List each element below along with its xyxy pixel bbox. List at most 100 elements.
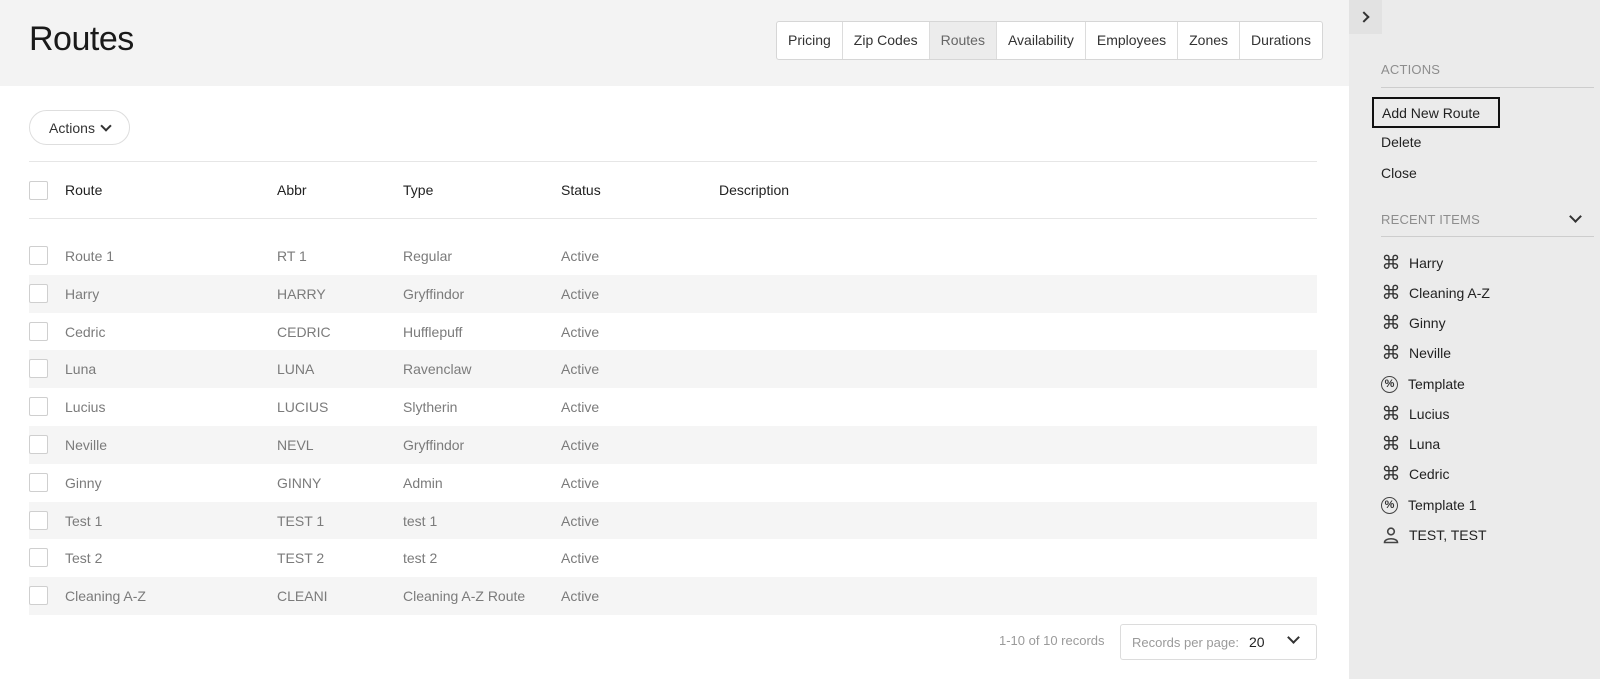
row-checkbox[interactable] [29,397,48,417]
table-row[interactable]: Neville NEVL Gryffindor Active [29,425,1317,464]
cell-abbr: RT 1 [277,248,307,264]
tab-zip-codes[interactable]: Zip Codes [843,22,930,59]
recent-item[interactable]: ⌘ Harry [1381,252,1444,274]
cell-route: Cedric [65,323,106,340]
recent-item[interactable]: % Template [1381,373,1465,395]
recent-item[interactable]: ⌘ Ginny [1381,312,1446,334]
tab-durations[interactable]: Durations [1240,22,1322,59]
recent-item[interactable]: ⌘ Cedric [1381,463,1450,485]
table-row[interactable]: Route 1 RT 1 Regular Active [29,237,1317,275]
recent-item-label: Neville [1409,345,1452,361]
divider [1381,236,1594,237]
records-per-page-select[interactable]: Records per page: 20 [1120,624,1317,660]
cell-abbr: TEST 1 [277,512,325,529]
row-checkbox[interactable] [29,472,48,492]
cell-abbr: LUCIUS [277,399,329,416]
command-icon: ⌘ [1381,282,1401,304]
tab-pricing[interactable]: Pricing [777,22,843,59]
chevron-down-icon [1287,631,1300,644]
page-title: Routes [29,20,134,58]
cell-type: Admin [403,474,443,491]
cell-type: test 2 [403,550,438,567]
recent-item-label: Luna [1409,436,1441,452]
cell-abbr: CLEANI [277,588,328,605]
row-checkbox[interactable] [29,548,48,568]
cell-type: Regular [403,248,453,264]
table-row[interactable]: Cleaning A-Z CLEANI Cleaning A-Z Route A… [29,577,1317,615]
row-checkbox[interactable] [29,246,48,265]
user-icon [1381,525,1401,545]
recent-item[interactable]: ⌘ Cleaning A-Z [1381,282,1490,304]
header-abbr[interactable]: Abbr [277,182,307,198]
table-row[interactable]: Harry HARRY Gryffindor Active [29,274,1317,313]
cell-status: Active [561,512,600,529]
close-button[interactable]: Close [1381,165,1417,181]
recent-item-label: TEST, TEST [1409,527,1487,543]
tab-bar: Pricing Zip Codes Routes Availability Em… [776,21,1323,60]
row-checkbox[interactable] [29,283,48,303]
row-checkbox[interactable] [29,321,48,341]
table-row[interactable]: Lucius LUCIUS Slytherin Active [29,388,1317,426]
recent-item[interactable]: ⌘ Luna [1381,433,1441,455]
page-header: Routes Pricing Zip Codes Routes Availabi… [0,0,1349,86]
cell-route: Neville [65,436,108,453]
add-new-route-button[interactable]: Add New Route [1372,97,1500,128]
recent-item[interactable]: ⌘ Lucius [1381,403,1450,425]
row-checkbox[interactable] [29,510,48,530]
select-all-checkbox[interactable] [29,181,48,200]
percent-icon: % [1381,496,1398,514]
cell-abbr: NEVL [277,436,314,453]
cell-status: Active [561,436,600,453]
cell-abbr: HARRY [277,285,326,302]
table-row[interactable]: Ginny GINNY Admin Active [29,464,1317,502]
header-type[interactable]: Type [403,182,433,198]
command-icon: ⌘ [1381,433,1401,455]
tab-employees[interactable]: Employees [1086,22,1179,59]
right-sidebar: ACTIONS Add New Route Delete Close RECEN… [1349,0,1600,679]
cell-route: Lucius [65,399,106,416]
recent-item-label: Cedric [1409,466,1450,482]
table-row[interactable]: Luna LUNA Ravenclaw Active [29,350,1317,389]
recent-item[interactable]: ⌘ Neville [1381,342,1452,364]
cell-route: Test 1 [65,512,103,529]
recent-item[interactable]: % Template 1 [1381,494,1476,516]
cell-route: Luna [65,361,97,378]
records-count: 1-10 of 10 records [999,633,1105,648]
command-icon: ⌘ [1381,463,1401,485]
cell-status: Active [561,550,600,567]
chevron-right-icon [1358,11,1370,23]
command-icon: ⌘ [1381,312,1401,334]
row-checkbox[interactable] [29,359,48,379]
per-page-label: Records per page: [1132,634,1239,650]
cell-status: Active [561,361,600,378]
table-row[interactable]: Test 1 TEST 1 test 1 Active [29,501,1317,540]
cell-status: Active [561,285,600,302]
per-page-value: 20 [1248,634,1265,650]
cell-abbr: CEDRIC [277,323,331,340]
cell-type: Gryffindor [403,285,465,302]
cell-route: Route 1 [65,248,115,264]
recent-item-label: Ginny [1409,315,1446,331]
chevron-down-icon [100,119,112,132]
header-status[interactable]: Status [561,182,601,198]
table-row[interactable]: Cedric CEDRIC Hufflepuff Active [29,313,1317,351]
cell-status: Active [561,323,600,340]
percent-icon: % [1381,375,1398,393]
cell-type: Hufflepuff [403,323,463,340]
tab-availability[interactable]: Availability [997,22,1086,59]
recent-item-label: Template [1408,376,1465,392]
recent-item-label: Cleaning A-Z [1409,285,1490,301]
collapse-sidebar-button[interactable] [1349,0,1382,34]
header-route[interactable]: Route [65,182,102,198]
header-description[interactable]: Description [719,182,789,198]
cell-abbr: LUNA [277,361,315,378]
delete-button[interactable]: Delete [1381,134,1421,150]
chevron-down-icon[interactable] [1569,210,1582,223]
recent-item[interactable]: TEST, TEST [1381,524,1487,546]
tab-routes[interactable]: Routes [929,22,997,59]
row-checkbox[interactable] [29,586,48,606]
table-row[interactable]: Test 2 TEST 2 test 2 Active [29,539,1317,577]
tab-zones[interactable]: Zones [1178,22,1241,59]
actions-dropdown-button[interactable]: Actions [29,110,130,145]
row-checkbox[interactable] [29,434,48,454]
